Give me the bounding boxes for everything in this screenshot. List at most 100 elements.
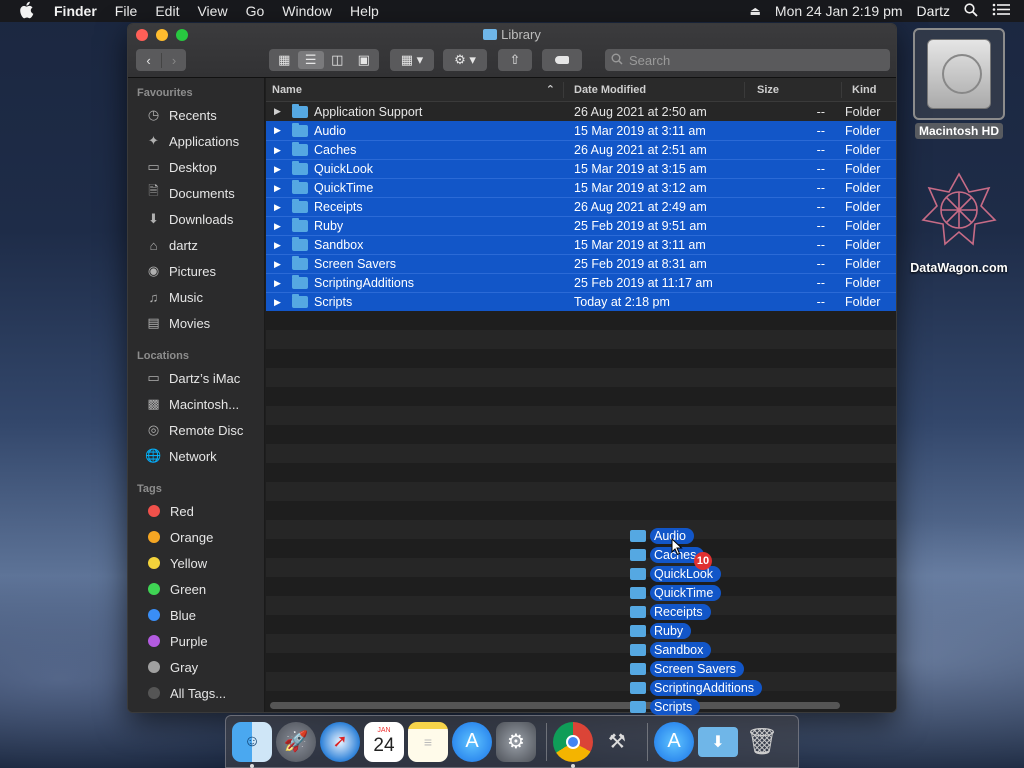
sidebar-item-downloads[interactable]: ⬇ Downloads	[128, 206, 264, 232]
sidebar-item-macintosh-hd[interactable]: ▩ Macintosh...	[128, 391, 264, 417]
sidebar-tag-purple[interactable]: Purple	[128, 628, 264, 654]
sidebar-item-pictures[interactable]: ◉ Pictures	[128, 258, 264, 284]
eject-icon[interactable]: ⏏	[750, 4, 761, 18]
chrome-icon[interactable]	[553, 721, 593, 768]
disclosure-triangle-icon[interactable]: ▶	[274, 145, 286, 156]
tags-button[interactable]	[542, 49, 582, 71]
notification-center-icon[interactable]	[992, 3, 1010, 19]
action-menu-button[interactable]: ⚙ ▾	[443, 49, 487, 71]
menu-view[interactable]: View	[197, 3, 227, 19]
disclosure-triangle-icon[interactable]: ▶	[274, 164, 286, 175]
folder-icon	[630, 662, 646, 675]
file-row[interactable]: ▶ Application Support 26 Aug 2021 at 2:50 …	[266, 102, 896, 121]
file-row[interactable]: ▶ Caches 26 Aug 2021 at 2:51 am -- Folder	[266, 140, 896, 159]
sidebar-tag-red[interactable]: Red	[128, 498, 264, 524]
empty-row	[266, 425, 896, 444]
file-row[interactable]: ▶ Scripts Today at 2:18 pm -- Folder	[266, 292, 896, 311]
sidebar-item-home[interactable]: ⌂ dartz	[128, 232, 264, 258]
menu-finder[interactable]: Finder	[54, 3, 97, 19]
calendar-icon[interactable]: JAN 24	[364, 721, 404, 762]
sidebar-item-movies[interactable]: ▤ Movies	[128, 310, 264, 336]
app-store-icon[interactable]: A	[452, 721, 492, 762]
launchpad-icon[interactable]: 🚀	[276, 721, 316, 762]
title-bar[interactable]: Library ‹ › ▦ ☰ ◫ ▣ ▦ ▾ ⚙ ▾ ⇧ Search	[128, 24, 896, 78]
sidebar-item-network[interactable]: 🌐 Network	[128, 443, 264, 469]
share-button[interactable]: ⇧	[498, 49, 532, 71]
file-row[interactable]: ▶ Audio 15 Mar 2019 at 3:11 am -- Folder	[266, 121, 896, 140]
forward-button[interactable]: ›	[161, 52, 186, 68]
hard-drive-icon	[913, 28, 1005, 120]
sidebar-item-music[interactable]: ♫ Music	[128, 284, 264, 310]
sidebar-tag-orange[interactable]: Orange	[128, 524, 264, 550]
empty-row	[266, 463, 896, 482]
folder-icon	[630, 700, 646, 713]
date-cell: 26 Aug 2021 at 2:49 am	[574, 200, 707, 214]
system-preferences-icon[interactable]: ⚙	[496, 721, 536, 762]
disclosure-triangle-icon[interactable]: ▶	[274, 106, 286, 117]
user-menu[interactable]: Dartz	[917, 3, 950, 19]
date-cell: 26 Aug 2021 at 2:50 am	[574, 104, 707, 119]
column-kind-header[interactable]: Kind	[842, 82, 896, 98]
locations-heading: Locations	[137, 350, 189, 362]
sidebar-item-desktop[interactable]: ▭ Desktop	[128, 154, 264, 180]
empty-row	[266, 501, 896, 520]
disclosure-triangle-icon[interactable]: ▶	[274, 259, 286, 270]
sidebar-all-tags[interactable]: All Tags...	[128, 680, 264, 706]
sidebar-tag-green[interactable]: Green	[128, 576, 264, 602]
disclosure-triangle-icon[interactable]: ▶	[274, 202, 286, 213]
icon-view-icon[interactable]: ▦	[271, 51, 298, 69]
disclosure-triangle-icon[interactable]: ▶	[274, 183, 286, 194]
menu-window[interactable]: Window	[282, 3, 332, 19]
disclosure-triangle-icon[interactable]: ▶	[274, 297, 286, 308]
gallery-view-icon[interactable]: ▣	[351, 51, 378, 69]
file-row[interactable]: ▶ Ruby 25 Feb 2019 at 9:51 am -- Folder	[266, 216, 896, 235]
finder-icon[interactable]: ☺	[232, 721, 272, 768]
sidebar-item-recents[interactable]: ◷ Recents	[128, 102, 264, 128]
disclosure-triangle-icon[interactable]: ▶	[274, 125, 286, 136]
search-field[interactable]: Search	[605, 49, 890, 71]
sidebar-tag-gray[interactable]: Gray	[128, 654, 264, 680]
sidebar-item-imac[interactable]: ▭ Dartz’s iMac	[128, 365, 264, 391]
menu-file[interactable]: File	[115, 3, 138, 19]
menu-help[interactable]: Help	[350, 3, 379, 19]
drag-count-badge: 10	[694, 552, 712, 570]
file-row[interactable]: ▶ ScriptingAdditions 25 Feb 2019 at 11:17 …	[266, 273, 896, 292]
disclosure-triangle-icon[interactable]: ▶	[274, 240, 286, 251]
file-row[interactable]: ▶ QuickTime 15 Mar 2019 at 3:12 am -- Folder	[266, 178, 896, 197]
folder-icon	[630, 624, 646, 637]
trash-icon[interactable]: 🗑	[742, 722, 782, 762]
notes-icon[interactable]: ≡	[408, 721, 448, 762]
disclosure-triangle-icon[interactable]: ▶	[274, 221, 286, 232]
sidebar-tag-blue[interactable]: Blue	[128, 602, 264, 628]
file-row[interactable]: ▶ Sandbox 15 Mar 2019 at 3:11 am -- Folder	[266, 235, 896, 254]
file-row[interactable]: ▶ Screen Savers 25 Feb 2019 at 8:31 am -- Fo…	[266, 254, 896, 273]
spotlight-search-icon[interactable]	[964, 2, 978, 20]
sidebar-item-applications[interactable]: ✦ Applications	[128, 128, 264, 154]
drag-preview-item: Scripts	[630, 697, 762, 716]
file-row[interactable]: ▶ QuickLook 15 Mar 2019 at 3:15 am -- Folder	[266, 159, 896, 178]
file-name-cell: ▶ Audio	[274, 122, 346, 138]
sidebar-item-remote-disc[interactable]: ◎ Remote Disc	[128, 417, 264, 443]
app-store-folder-icon[interactable]: A	[654, 721, 694, 762]
group-by-button[interactable]: ▦ ▾	[390, 49, 434, 71]
file-row[interactable]: ▶ Receipts 26 Aug 2021 at 2:49 am -- Folder	[266, 197, 896, 216]
safari-icon[interactable]: ➚	[320, 721, 360, 762]
downloads-folder-icon[interactable]: ⬇	[698, 726, 738, 757]
menu-edit[interactable]: Edit	[155, 3, 179, 19]
disclosure-triangle-icon[interactable]: ▶	[274, 278, 286, 289]
desktop-icon-macintosh-hd[interactable]: Macintosh HD	[913, 28, 1005, 139]
apple-menu-icon[interactable]	[19, 1, 37, 22]
sidebar-tag-yellow[interactable]: Yellow	[128, 550, 264, 576]
column-date-header[interactable]: Date Modified	[564, 81, 745, 98]
clock-text[interactable]: Mon 24 Jan 2:19 pm	[775, 3, 903, 19]
desktop-icon-datawagon[interactable]: DataWagon.com	[904, 170, 1014, 275]
size-cell: --	[816, 257, 825, 271]
back-button[interactable]: ‹	[136, 53, 161, 68]
sidebar-item-documents[interactable]: 🗎 Documents	[128, 180, 264, 206]
menu-go[interactable]: Go	[246, 3, 265, 19]
column-view-icon[interactable]: ◫	[324, 51, 351, 69]
column-name-header[interactable]: Name ⌃	[266, 81, 564, 98]
archive-utility-icon[interactable]: ⚒	[597, 722, 637, 762]
list-view-icon[interactable]: ☰	[297, 51, 324, 69]
column-size-header[interactable]: Size	[745, 81, 842, 98]
